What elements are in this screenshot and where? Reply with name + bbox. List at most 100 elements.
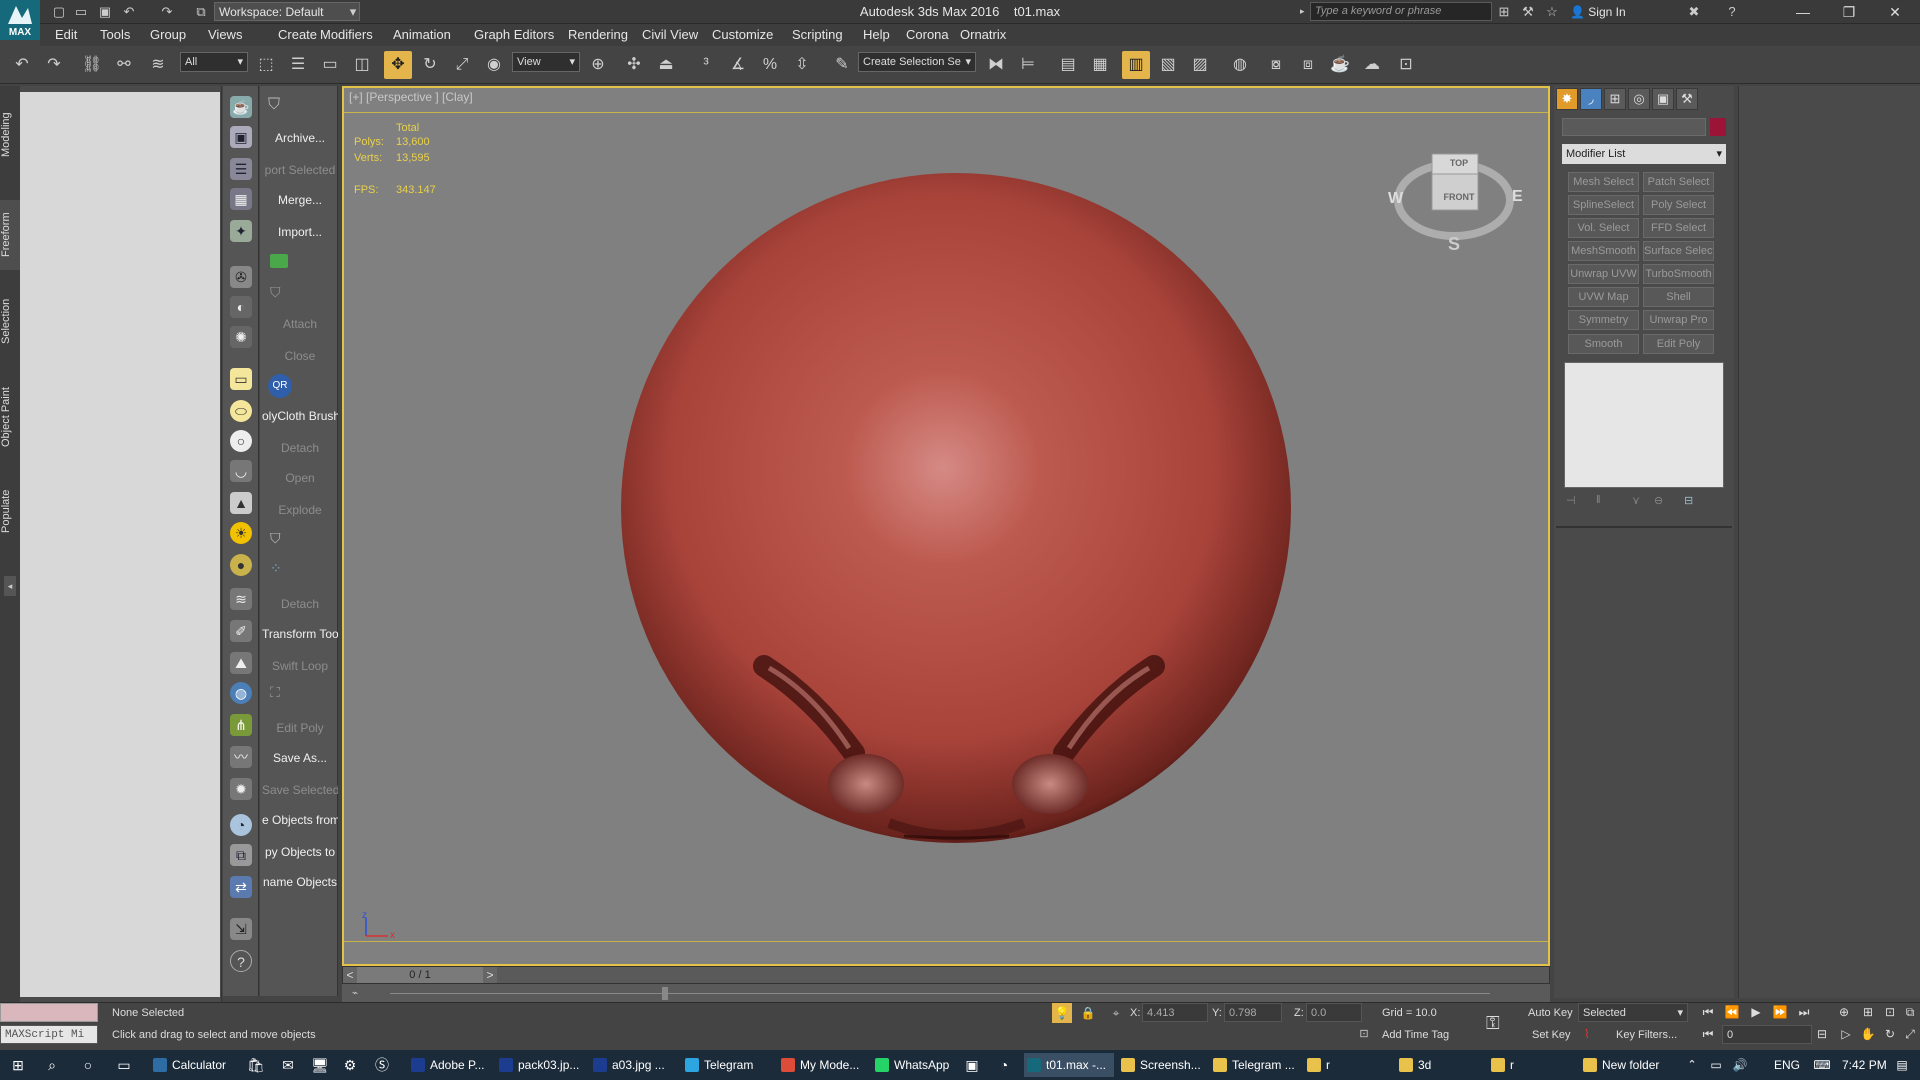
reference-coordinate-dropdown[interactable]: View ▾ [512,52,580,72]
rectangle-icon[interactable]: ▭ [230,368,252,390]
menu-edit[interactable]: Edit [55,24,77,46]
maxscript-mini-listener[interactable]: MAXScript Mi [0,1025,98,1044]
fur-ball-icon[interactable]: ✹ [230,778,252,800]
detach-button[interactable]: Detach [262,438,338,458]
play-icon[interactable]: ▶ [1746,1003,1766,1021]
vol-select-button[interactable]: Vol. Select [1568,218,1639,238]
tab-selection[interactable]: Selection [0,286,20,356]
remove-modifier-icon[interactable]: ⊖ [1654,494,1672,510]
mail-icon[interactable]: ✉ [276,1053,300,1077]
paste-objects-from-button[interactable]: e Objects from [262,810,338,830]
unlink-icon[interactable]: ⚯ [110,51,138,79]
sign-in-button[interactable]: 👤 Sign In [1570,3,1680,21]
select-by-name-icon[interactable]: ☰ [284,51,312,79]
viewcube-front-label[interactable]: FRONT [1436,192,1482,202]
go-to-start-icon[interactable]: ⏮ [1698,1003,1718,1021]
taskbar-item-photoshop[interactable]: Adobe P... [408,1053,492,1077]
unwrap-uvw-button[interactable]: Unwrap UVW [1568,264,1639,284]
taskbar-item-new-folder[interactable]: New folder [1580,1053,1676,1077]
export-icon[interactable]: ⇲ [230,918,252,940]
menu-graph-editors[interactable]: Graph Editors [474,24,554,46]
clock-app-icon[interactable]: ◔ [992,1053,1016,1077]
object-name-field[interactable] [1562,118,1706,136]
current-frame-field[interactable]: 0 [1722,1025,1812,1044]
menu-scripting[interactable]: Scripting [792,24,843,46]
display-tab-icon[interactable]: ▣ [1652,88,1674,110]
edit-named-selection-icon[interactable]: ✎ [828,51,856,79]
time-slider-thumb[interactable]: 0 / 1 [357,967,483,983]
duplicate-icon[interactable]: ⧉ [230,844,252,866]
pivot-center-icon[interactable]: ⊕ [584,51,612,79]
new-file-icon[interactable]: ▢ [50,3,68,21]
poly-select-button[interactable]: Poly Select [1643,195,1714,215]
snaps-toggle-icon[interactable]: ³ [692,51,720,79]
y-coordinate-field[interactable]: 0.798 [1224,1003,1282,1022]
render-iterative-icon[interactable]: ☁ [1358,51,1386,79]
window-crossing-icon[interactable]: ◫ [348,51,376,79]
orbit-icon[interactable]: ↻ [1880,1025,1900,1043]
taskbar-item-calculator[interactable]: Calculator [150,1053,238,1077]
brush-icon[interactable]: ✐ [230,620,252,642]
pin-stack-icon[interactable]: ⊣ [1566,494,1584,510]
menu-rendering[interactable]: Rendering [568,24,628,46]
render-setup-icon[interactable]: ⧇ [1262,51,1290,79]
gear-icon[interactable]: ⚙ [338,1053,362,1077]
default-in-out-tangent-icon[interactable]: ⌇ [1584,1027,1598,1043]
field-of-view-icon[interactable]: ▷ [1836,1025,1856,1043]
hierarchy-tab-icon[interactable]: ⊞ [1604,88,1626,110]
scene-explorer-icon[interactable]: ▥ [1122,51,1150,79]
clock[interactable]: 7:42 PM [1842,1053,1887,1077]
auto-key-button[interactable]: Auto Key [1528,1004,1573,1022]
go-to-end-icon[interactable]: ⏭ [1794,1003,1814,1021]
next-frame-icon[interactable]: ⏩ [1770,1003,1790,1021]
open-button[interactable]: Open [262,468,338,488]
binoculars-icon[interactable]: ⊞ [1494,3,1514,21]
link-icon[interactable]: ⛓ [78,51,106,79]
import-button[interactable]: Import... [262,222,338,242]
surface-select-button[interactable]: Surface Select [1643,241,1714,261]
key-filters-button[interactable]: Key Filters... [1616,1026,1677,1044]
pan-view-icon[interactable]: ✋ [1858,1025,1878,1043]
tab-populate[interactable]: Populate [0,476,20,546]
camera-icon[interactable]: ✇ [230,266,252,288]
tab-object-paint[interactable]: Object Paint [0,372,20,462]
undo-icon[interactable]: ↶ [8,51,36,79]
selection-filter-dropdown[interactable]: All ▾ [180,52,248,72]
rename-objects-button[interactable]: name Objects [262,872,338,892]
save-as-button[interactable]: Save As... [262,748,338,768]
mini-curve-editor-icon[interactable]: ⌁ [352,988,368,1000]
perspective-viewport[interactable]: [+] [Perspective ] [Clay] Total Polys: 1… [342,86,1550,966]
close-button[interactable]: Close [262,346,338,366]
ffd-select-button[interactable]: FFD Select [1643,218,1714,238]
polycloth-brush-button[interactable]: olyCloth Brush [262,406,338,426]
isolate-selection-icon[interactable]: 💡 [1052,1003,1072,1023]
modify-tab-icon[interactable]: ◞ [1580,88,1602,110]
menu-group[interactable]: Group [150,24,186,46]
rendered-frame-window-icon[interactable]: ⧈ [1294,51,1322,79]
zoom-all-icon[interactable]: ⊞ [1858,1003,1878,1021]
menu-modifiers[interactable]: Modifiers [320,24,373,46]
shell-button[interactable]: Shell [1643,287,1714,307]
select-manipulate-icon[interactable]: ✣ [620,51,648,79]
rectangular-selection-icon[interactable]: ▭ [316,51,344,79]
configure-modifier-sets-icon[interactable]: ⊟ [1684,494,1702,510]
taskbar-item-telegram[interactable]: Telegram [682,1053,770,1077]
x-coordinate-field[interactable]: 4.413 [1142,1003,1208,1022]
show-end-result-icon[interactable]: ‖ [1596,494,1614,510]
make-unique-icon[interactable]: ⋎ [1632,494,1650,510]
layer-explorer-icon[interactable]: ▤ [1054,51,1082,79]
layers-icon[interactable]: ≋ [230,588,252,610]
menu-civil-view[interactable]: Civil View [642,24,698,46]
key-icon[interactable]: ⚿ [1486,1013,1514,1033]
unwrap-pro-button[interactable]: Unwrap Pro [1643,310,1714,330]
sphere-icon[interactable]: ● [230,554,252,576]
project-folder-icon[interactable]: ⧉ [192,3,210,21]
menu-ornatrix[interactable]: Ornatrix [960,24,1006,46]
material-editor-icon[interactable]: ◍ [1226,51,1254,79]
uvw-map-button[interactable]: UVW Map [1568,287,1639,307]
taskbar-item-3d[interactable]: 3d [1396,1053,1484,1077]
menu-create[interactable]: Create [278,24,317,46]
notification-icon[interactable]: ▤ [1890,1053,1914,1077]
monitor-icon[interactable]: 🖥 [308,1053,332,1077]
schematic-view-icon[interactable]: ▨ [1186,51,1214,79]
